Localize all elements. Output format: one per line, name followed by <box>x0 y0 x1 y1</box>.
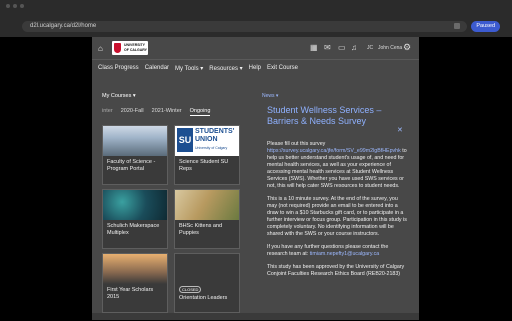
grid-icon[interactable]: ▦ <box>310 43 318 52</box>
course-title: Orientation Leaders <box>179 295 228 301</box>
tab-2020-fall[interactable]: 2020-Fall <box>121 108 144 116</box>
news-text: This study has been approved by the Univ… <box>267 264 405 277</box>
horizontal-scrollbar[interactable] <box>92 313 419 320</box>
news-text: to help us better understand student's u… <box>267 148 407 189</box>
news-title[interactable]: Student Wellness Services – Barriers & N… <box>267 105 407 127</box>
course-card[interactable]: CLOSED Orientation Leaders <box>174 253 240 313</box>
course-nav: Class Progress Calendar My Tools ▾ Resou… <box>98 65 298 72</box>
close-icon[interactable]: ✕ <box>397 126 403 134</box>
course-image-mountain <box>103 126 167 156</box>
user-name[interactable]: John Cena <box>378 45 402 51</box>
students-union-logo: SU STUDENTS' UNION University of Calgary <box>175 126 239 156</box>
mail-icon[interactable]: ✉ <box>324 43 331 52</box>
nav-class-progress[interactable]: Class Progress <box>98 65 139 72</box>
nav-exit-course[interactable]: Exit Course <box>267 65 298 72</box>
d2l-page: ⌂ UNIVERSITY OF CALGARY ▦ ✉ ▭ ♫ JC John … <box>92 37 419 320</box>
semester-tabs: inter 2020-Fall 2021-Winter Ongoing <box>102 108 211 116</box>
home-icon[interactable]: ⌂ <box>98 44 103 53</box>
gear-icon[interactable]: ⚙ <box>403 42 411 53</box>
course-image-empty <box>175 254 239 284</box>
course-card[interactable]: First Year Scholars 2015 <box>102 253 168 313</box>
tab-2021-winter[interactable]: 2021-Winter <box>152 108 182 116</box>
shield-icon <box>114 43 121 53</box>
su-line3: UNION <box>195 136 218 143</box>
tab-prev-partial[interactable]: inter <box>102 108 113 116</box>
su-line4: University of Calgary <box>195 146 228 150</box>
course-title: Science Student SU Reps <box>179 159 229 172</box>
top-bar: ⌂ UNIVERSITY OF CALGARY ▦ ✉ ▭ ♫ JC John … <box>92 37 419 60</box>
course-card[interactable]: Faculty of Science - Program Portal <box>102 125 168 185</box>
bell-icon[interactable]: ♫ <box>351 43 357 52</box>
logo-text: UNIVERSITY OF CALGARY <box>124 43 148 52</box>
course-title: Faculty of Science - Program Portal <box>107 159 156 172</box>
nav-help[interactable]: Help <box>249 65 261 72</box>
course-card[interactable]: Schulich Makerspace Multiplex <box>102 189 168 249</box>
chat-icon[interactable]: ▭ <box>338 43 346 52</box>
nav-resources[interactable]: Resources ▾ <box>209 65 242 72</box>
course-image-city <box>103 254 167 284</box>
status-badge: CLOSED <box>179 286 202 293</box>
nav-calendar[interactable]: Calendar <box>145 65 169 72</box>
tab-ongoing[interactable]: Ongoing <box>189 108 211 116</box>
su-line2: STUDENTS' <box>195 128 235 135</box>
nav-my-tools[interactable]: My Tools ▾ <box>175 65 203 72</box>
news-text: This is a 10 minute survey. At the end o… <box>267 196 407 237</box>
address-bar[interactable]: d2l.ucalgary.ca/d2l/home <box>22 21 467 32</box>
user-initials[interactable]: JC <box>367 45 373 51</box>
course-title: BHSc Kittens and Puppies <box>179 223 223 236</box>
right-margin <box>419 37 512 320</box>
my-courses-heading[interactable]: My Courses ▾ <box>102 93 136 99</box>
window-controls[interactable] <box>6 4 24 8</box>
email-link[interactable]: timiam.nepefty1@ucalgary.ca <box>310 251 379 257</box>
extension-icon[interactable] <box>454 23 460 29</box>
course-card[interactable]: BHSc Kittens and Puppies <box>174 189 240 249</box>
my-courses-widget: My Courses ▾ inter 2020-Fall 2021-Winter… <box>102 93 242 321</box>
course-title: Schulich Makerspace Multiplex <box>107 223 160 236</box>
course-image-circuit <box>103 190 167 220</box>
course-title: First Year Scholars 2015 <box>107 287 154 300</box>
news-heading[interactable]: News ▾ <box>262 93 412 99</box>
news-widget: News ▾ Student Wellness Services – Barri… <box>262 93 412 277</box>
su-mark: SU <box>177 128 193 152</box>
profile-status-button[interactable]: Paused <box>471 21 500 32</box>
survey-link[interactable]: https://survey.ucalgary.ca/jfe/form/SV_e… <box>267 148 401 154</box>
course-image-puppy <box>175 190 239 220</box>
news-body: Please fill out this survey https://surv… <box>267 141 409 284</box>
browser-chrome: d2l.ucalgary.ca/d2l/home Paused <box>0 0 512 37</box>
university-logo[interactable]: UNIVERSITY OF CALGARY <box>112 41 148 55</box>
left-margin <box>0 37 92 320</box>
course-card[interactable]: SU STUDENTS' UNION University of Calgary… <box>174 125 240 185</box>
news-text: Please fill out this survey <box>267 141 326 147</box>
